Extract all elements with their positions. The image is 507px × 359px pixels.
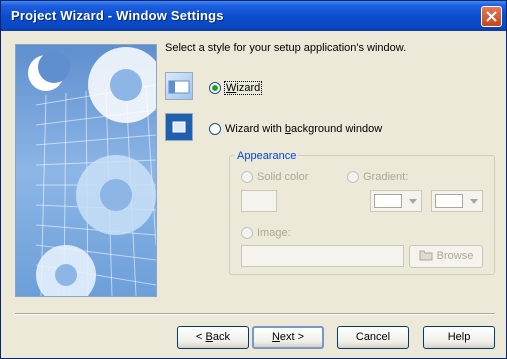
- next-button[interactable]: Next >: [252, 326, 324, 349]
- help-button[interactable]: Help: [423, 326, 495, 349]
- client-area: Select a style for your setup applicatio…: [1, 31, 506, 358]
- wizard-option-label[interactable]: Wizard: [223, 81, 263, 95]
- gradient-radio[interactable]: [347, 171, 359, 183]
- window-title: Project Wizard - Window Settings: [11, 8, 224, 23]
- image-path-field[interactable]: [241, 245, 404, 267]
- chevron-down-icon: [409, 199, 417, 204]
- solid-color-field[interactable]: [241, 190, 277, 212]
- gradient-label: Gradient:: [363, 171, 409, 183]
- button-divider: [15, 313, 495, 315]
- solid-color-radio[interactable]: [241, 171, 253, 183]
- color-swatch: [435, 194, 463, 208]
- close-icon: [486, 11, 497, 22]
- back-button[interactable]: < Back: [177, 326, 249, 349]
- wizard-window: Project Wizard - Window Settings Select …: [0, 0, 507, 359]
- wizard-bg-option-label[interactable]: Wizard with background window: [225, 123, 382, 135]
- solid-color-label: Solid color: [257, 171, 309, 183]
- back-label: < Back: [196, 331, 230, 343]
- cancel-button[interactable]: Cancel: [337, 326, 409, 349]
- gradient-end-color-picker[interactable]: [431, 190, 483, 212]
- wizard-style-thumbnail: [165, 72, 193, 100]
- image-label: Image:: [257, 227, 291, 239]
- wizard-radio[interactable]: [209, 82, 221, 94]
- browse-label: Browse: [436, 250, 474, 262]
- chevron-down-icon: [470, 199, 478, 204]
- instruction-text: Select a style for your setup applicatio…: [165, 42, 407, 54]
- image-radio[interactable]: [241, 227, 253, 239]
- gradient-start-color-picker[interactable]: [370, 190, 422, 212]
- folder-icon: [419, 250, 433, 261]
- wizard-banner-image: [15, 44, 157, 297]
- appearance-group-title: Appearance: [235, 150, 299, 162]
- color-swatch: [374, 194, 402, 208]
- wizard-bg-radio[interactable]: [209, 123, 221, 135]
- radio-selected-dot: [212, 85, 218, 91]
- title-bar[interactable]: Project Wizard - Window Settings: [1, 1, 506, 31]
- browse-button[interactable]: Browse: [409, 245, 483, 268]
- next-label: Next >: [271, 331, 305, 343]
- background-window-thumbnail: [165, 113, 193, 141]
- close-button[interactable]: [481, 6, 502, 27]
